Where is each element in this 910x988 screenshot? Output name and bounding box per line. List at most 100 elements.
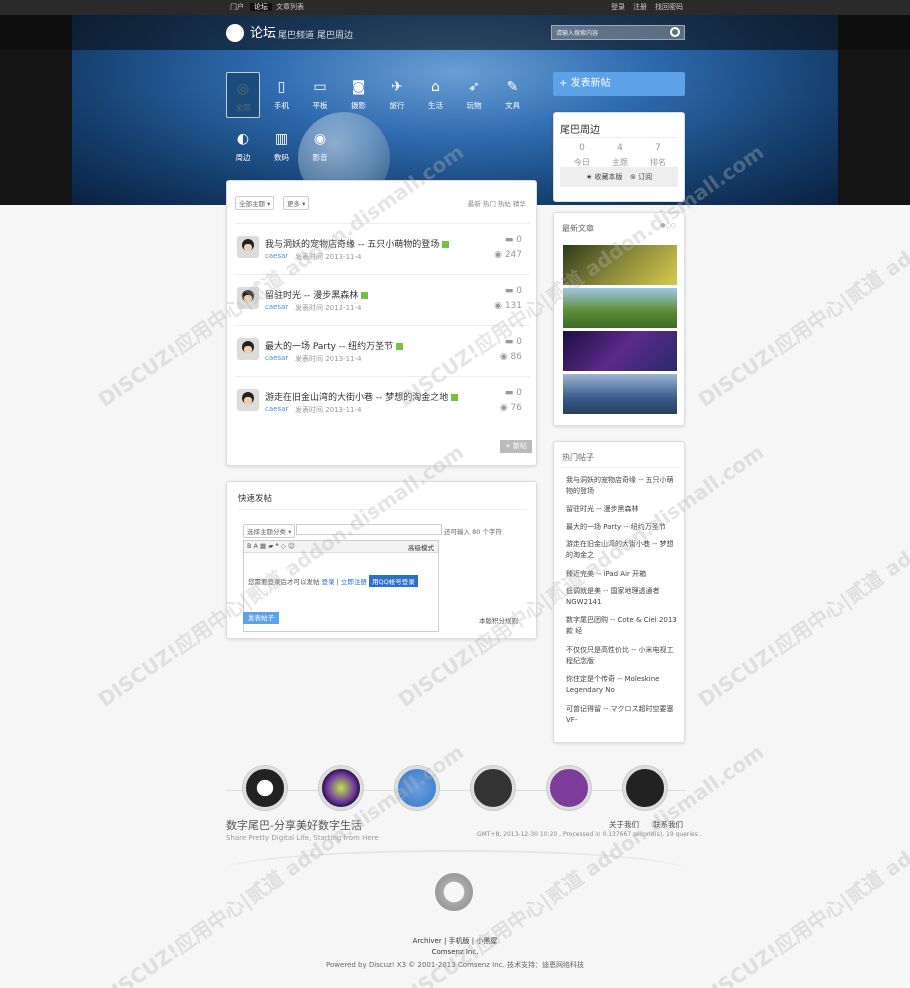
reply-count: ▬ 0 [504,286,522,296]
category-10[interactable]: ◉ 影音 [303,124,337,170]
rocket-icon: ➶ [468,79,480,95]
category-label: 玩物 [466,101,482,110]
avatar[interactable] [237,338,259,360]
format-icons[interactable]: B A ▦ ▰ ❝ ◇ ☺ [247,542,295,550]
search-input[interactable]: 请输入搜索内容 [551,25,685,40]
footer-windows-icon[interactable] [547,766,591,810]
char-count: 还可输入 80 个字符 [444,528,502,536]
image-tag-icon [361,292,369,299]
find-password-link[interactable]: 找回密码 [655,0,683,15]
thread-date: 发表时间 2013-11-4 [295,304,362,312]
image-tag-icon [396,343,404,350]
category-7[interactable]: ✎ 文具 [496,72,530,118]
article-photo-bay[interactable] [563,374,677,414]
hot-post-item[interactable]: 可曾记得留 -- マクロス超时空要塞VF- [566,704,678,726]
thread-author[interactable]: caesar [265,303,288,311]
comment-icon: ▬ [504,235,517,245]
editor-register-link[interactable]: 立即注册 [341,578,367,586]
quick-post-title: 快速发帖 [238,494,273,504]
sort-tabs[interactable]: 最新 热门 热帖 精华 [468,198,526,208]
more-filter[interactable]: 更多 ▾ [283,196,310,210]
logo-icon[interactable] [226,24,244,42]
view-count: ◉ 247 [494,250,522,260]
footer-logo-icon[interactable] [243,766,287,810]
archiver-link[interactable]: Archiver [413,937,442,945]
top-nav-forum[interactable]: 论坛 [250,3,272,11]
category-2[interactable]: ▭ 平板 [303,72,337,118]
article-photo-forest[interactable] [563,288,677,328]
top-nav-portal[interactable]: 门户 [230,0,244,15]
thread-author[interactable]: caesar [265,354,288,362]
category-1[interactable]: ▯ 手机 [265,72,299,118]
gmt-info: GMT+8, 2013-12-30 10:20 , Processed in 0… [477,831,702,838]
camera-icon: ◙ [351,79,366,95]
forum-actions: ★ 收藏本版 ⊚ 订阅 [560,167,678,187]
hot-title: 热门帖子 [562,453,594,462]
forum-info-box: 尾巴周边 0 今日 4 主题 7 排名 ★ 收藏本版 ⊚ 订阅 [553,112,685,202]
comment-icon: ▬ [504,286,517,296]
topic-category-select[interactable]: 选择主题分类 ▾ [243,524,296,538]
eye-icon: ◉ [494,250,505,260]
register-link[interactable]: 注册 [633,0,647,15]
qq-login-button[interactable]: 用QQ帐号登录 [368,575,418,587]
thread-row[interactable]: 游走在旧金山湾的大街小巷 -- 梦想的淘金之地 caesar 发表时间 2013-1… [235,376,530,426]
image-tag-icon [442,241,450,248]
thread-title[interactable]: 最大的一场 Party -- 纽约万圣节 [265,339,404,352]
search-placeholder: 请输入搜索内容 [556,30,599,37]
rss-icon: ⊚ [630,173,639,181]
category-label: 影音 [312,153,328,162]
advanced-mode-link[interactable]: 高级模式 [408,542,434,552]
category-0[interactable]: ◎ 全部 [226,72,260,118]
reply-count: ▬ 0 [504,388,522,398]
thread-author[interactable]: caesar [265,405,288,413]
category-label: 手机 [274,101,289,110]
type-filter[interactable]: 全部主题 ▾ [235,196,275,210]
speaker-icon: ◉ [313,131,327,147]
top-nav-articles[interactable]: 文章列表 [276,0,304,15]
latest-title: 最新文章 [562,224,594,233]
category-8[interactable]: ◐ 周边 [226,124,260,170]
new-thread-button[interactable]: + 新帖 [500,440,532,453]
thread-date: 发表时间 2013-11-4 [295,406,362,414]
login-link[interactable]: 登录 [611,0,625,15]
search-icon[interactable] [670,27,680,37]
footer-guide-icon[interactable] [471,766,515,810]
hot-post-item[interactable]: 你住定是个传奇 -- Moleskine Legendary No [566,674,678,696]
image-tag-icon [451,394,459,401]
channel-link[interactable]: 尾巴频道 [278,28,314,41]
editor-login-link[interactable]: 登录 [322,578,335,586]
plane-icon: ✈ [391,79,403,95]
category-6[interactable]: ➶ 玩物 [457,72,491,118]
hot-post-item[interactable]: 数字尾巴团购 -- Cote & Ciel 2013款 经 [566,615,678,637]
category-label: 文具 [505,101,520,110]
comment-icon: ▬ [504,388,517,398]
category-4[interactable]: ✈ 旅行 [380,72,414,118]
category-label: 周边 [235,153,251,162]
home-icon: ⌂ [431,79,440,95]
header-banner [0,15,910,205]
category-label: 摄影 [351,101,366,110]
ipod-icon: ▥ [274,131,289,147]
hot-post-item[interactable]: 不仅仅只是高性价比 -- 小米电视工程纪念版 [566,645,678,667]
article-photo-party[interactable] [563,331,677,371]
footer-brand-icon [432,870,476,914]
peripheral-link[interactable]: 尾巴周边 [317,28,353,41]
category-label: 生活 [428,101,443,110]
all-icon: ◎ [236,81,250,97]
avatar[interactable] [237,236,259,258]
category-3[interactable]: ◙ 摄影 [342,72,376,118]
category-label: 数码 [274,153,289,162]
category-5[interactable]: ⌂ 生活 [419,72,453,118]
star-icon: ★ [586,173,595,181]
category-label: 平板 [312,101,328,110]
header-stripe [0,15,910,50]
category-9[interactable]: ▥ 数码 [265,124,299,170]
phone-icon: ▯ [277,79,286,95]
avatar[interactable] [237,389,259,411]
favorite-button[interactable]: ★ 收藏本版 [586,167,623,187]
mouse-icon: ◐ [236,131,250,147]
hot-post-item[interactable]: 我与洞妖的宠物店奇缘 -- 五只小萌物的登场 [566,475,678,497]
new-post-button[interactable]: + 发表新帖 [553,72,685,96]
rss-button[interactable]: ⊚ 订阅 [630,167,652,187]
brand-title[interactable]: 论坛 [250,22,276,41]
